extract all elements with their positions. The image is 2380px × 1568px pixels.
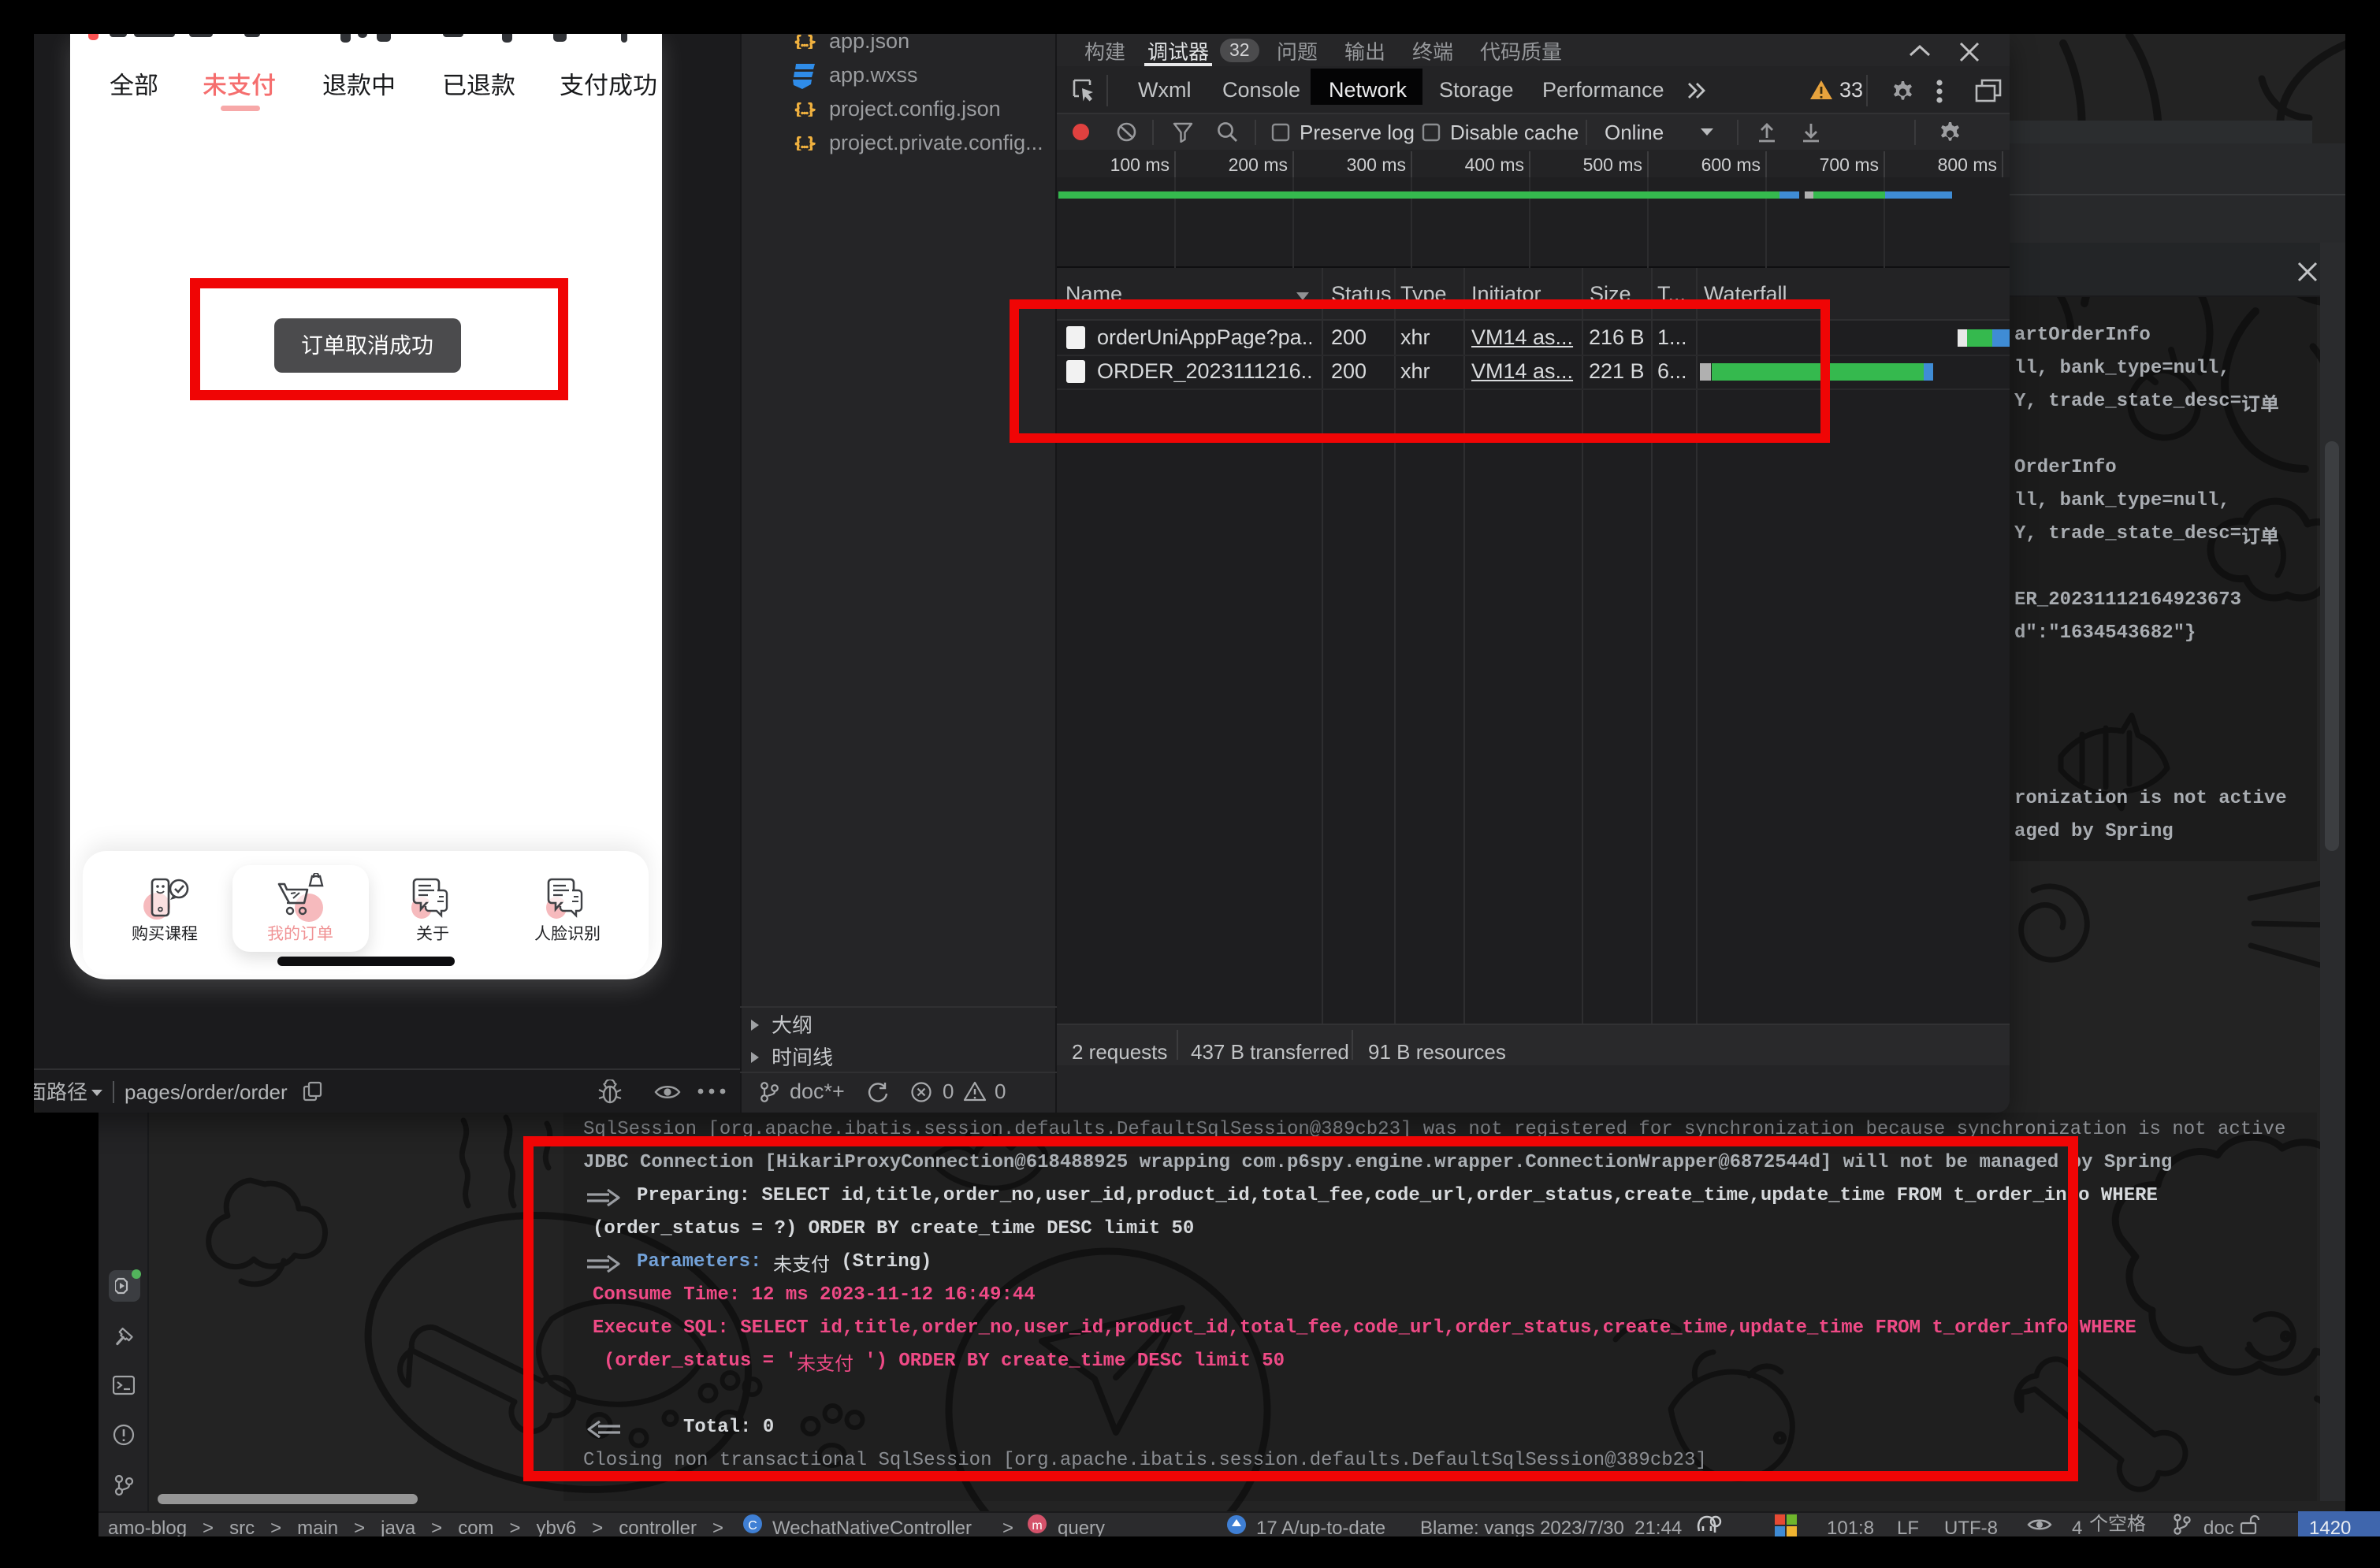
- svg-text:C: C: [748, 1519, 757, 1533]
- svg-text:m: m: [1032, 1519, 1042, 1533]
